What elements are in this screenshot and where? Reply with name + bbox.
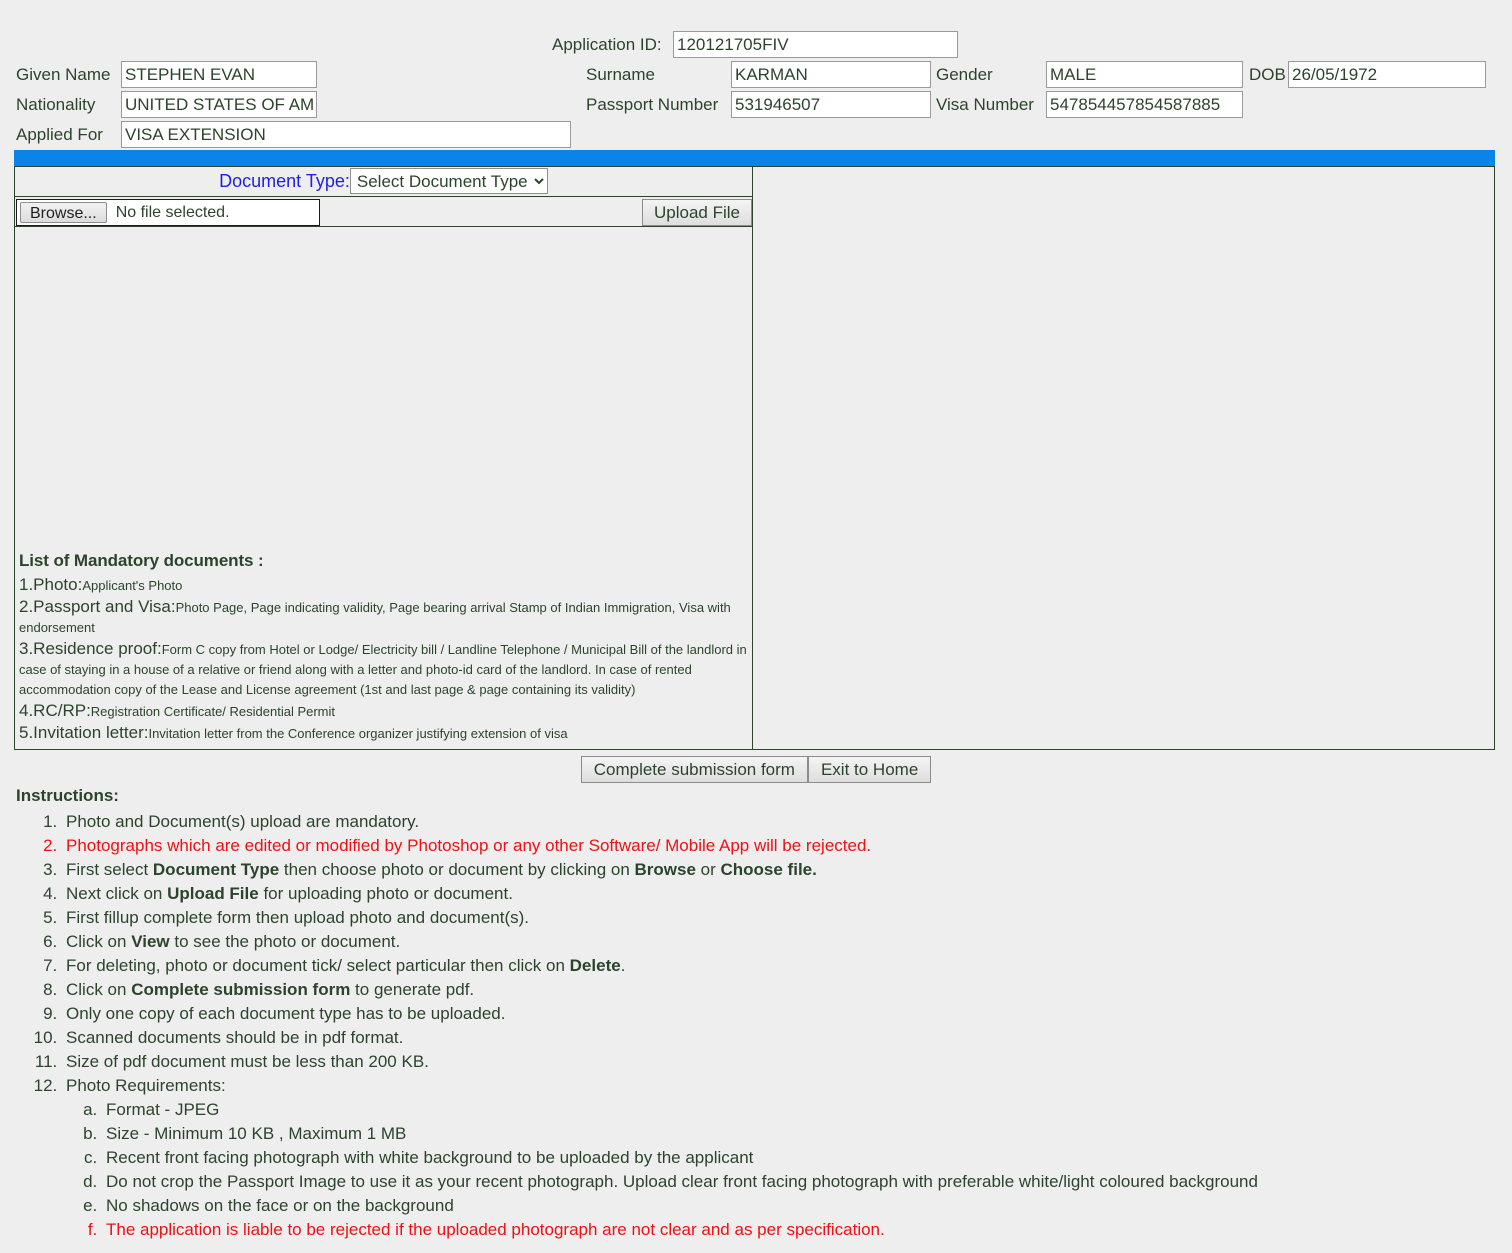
mandatory-document-name: 4.RC/RP: [19,701,91,720]
gender-label: Gender [936,65,993,84]
mandatory-document-desc: Applicant's Photo [82,578,183,593]
instruction-item: Scanned documents should be in pdf forma… [62,1026,1496,1050]
dob-label: DOB [1249,65,1286,84]
browse-button[interactable]: Browse... [20,202,107,223]
upload-left-pane: Document Type: Select Document Type Brows… [15,167,753,749]
instruction-item: Size of pdf document must be less than 2… [62,1050,1496,1074]
given-name-field[interactable]: STEPHEN EVAN [121,61,317,88]
page-root: Application ID: 120121705FIV Given Name … [0,0,1512,1253]
passport-number-label: Passport Number [586,95,719,114]
document-type-select[interactable]: Select Document Type [349,168,548,194]
instructions-title: Instructions: [16,786,119,805]
surname-label: Surname [586,65,655,84]
instruction-item: First fillup complete form then upload p… [62,906,1496,930]
selected-file-name: No file selected. [115,203,230,221]
instruction-item: Next click on Upload File for uploading … [62,882,1496,906]
mandatory-document-desc: Invitation letter from the Conference or… [148,726,568,741]
mandatory-document-item: 2.Passport and Visa:Photo Page, Page ind… [19,597,749,637]
instruction-item: Photographs which are edited or modified… [62,834,1496,858]
applied-for-label: Applied For [16,125,103,144]
document-type-label: Document Type: [219,171,350,191]
upload-panel: Document Type: Select Document Type Brows… [14,166,1495,750]
photo-requirement-item: Do not crop the Passport Image to use it… [102,1170,1496,1194]
applicant-details-form: Application ID: 120121705FIV Given Name … [0,0,1512,152]
mandatory-document-item: 4.RC/RP:Registration Certificate/ Reside… [19,701,749,721]
mandatory-documents-list: List of Mandatory documents : 1.Photo:Ap… [19,551,749,745]
visa-number-field[interactable]: 547854457854587885 [1046,91,1243,118]
action-button-bar: Complete submission form Exit to Home [0,756,1512,783]
complete-submission-form-button[interactable]: Complete submission form [580,756,808,783]
instructions-section: Instructions: Photo and Document(s) uplo… [16,786,1496,1242]
file-chooser-row: Browse... No file selected. Upload File [15,198,752,227]
photo-requirement-item: Size - Minimum 10 KB , Maximum 1 MB [102,1122,1496,1146]
instruction-item: Click on View to see the photo or docume… [62,930,1496,954]
nationality-field[interactable]: UNITED STATES OF AM [121,91,317,118]
mandatory-document-item: 3.Residence proof:Form C copy from Hotel… [19,639,749,699]
applied-for-field[interactable]: VISA EXTENSION [121,121,571,148]
gender-field[interactable]: MALE [1046,61,1243,88]
uploaded-documents-pane [754,167,1494,749]
mandatory-document-desc: Registration Certificate/ Residential Pe… [90,704,336,719]
application-id-field[interactable]: 120121705FIV [673,31,958,58]
surname-field[interactable]: KARMAN [731,61,931,88]
exit-to-home-button[interactable]: Exit to Home [807,756,932,783]
nationality-label: Nationality [16,95,96,114]
photo-requirement-item: No shadows on the face or on the backgro… [102,1194,1496,1218]
given-name-label: Given Name [16,65,111,84]
application-id-label: Application ID: [552,35,662,54]
instruction-item: Photo and Document(s) upload are mandato… [62,810,1496,834]
visa-number-label: Visa Number [936,95,1034,114]
instructions-list: Photo and Document(s) upload are mandato… [16,810,1496,1242]
instruction-item: Photo Requirements:Format - JPEGSize - M… [62,1074,1496,1242]
photo-requirement-item: Recent front facing photograph with whit… [102,1146,1496,1170]
instruction-item: Only one copy of each document type has … [62,1002,1496,1026]
mandatory-documents-title: List of Mandatory documents : [19,551,264,570]
mandatory-document-item: 1.Photo:Applicant's Photo [19,575,749,595]
file-input[interactable]: Browse... No file selected. [16,199,320,226]
section-divider-bar [14,150,1495,166]
instruction-item: For deleting, photo or document tick/ se… [62,954,1496,978]
mandatory-document-name: 3.Residence proof: [19,639,162,658]
instruction-item: Click on Complete submission form to gen… [62,978,1496,1002]
passport-number-field[interactable]: 531946507 [731,91,931,118]
photo-requirement-item: The application is liable to be rejected… [102,1218,1496,1242]
mandatory-document-name: 2.Passport and Visa: [19,597,176,616]
document-type-row: Document Type: Select Document Type [15,167,752,197]
photo-requirements-list: Format - JPEGSize - Minimum 10 KB , Maxi… [66,1098,1496,1242]
photo-requirement-item: Format - JPEG [102,1098,1496,1122]
mandatory-document-name: 5.Invitation letter: [19,723,149,742]
mandatory-document-item: 5.Invitation letter:Invitation letter fr… [19,723,749,743]
dob-field[interactable]: 26/05/1972 [1288,61,1486,88]
upload-file-button[interactable]: Upload File [642,199,752,226]
instruction-item: First select Document Type then choose p… [62,858,1496,882]
mandatory-document-name: 1.Photo: [19,575,83,594]
